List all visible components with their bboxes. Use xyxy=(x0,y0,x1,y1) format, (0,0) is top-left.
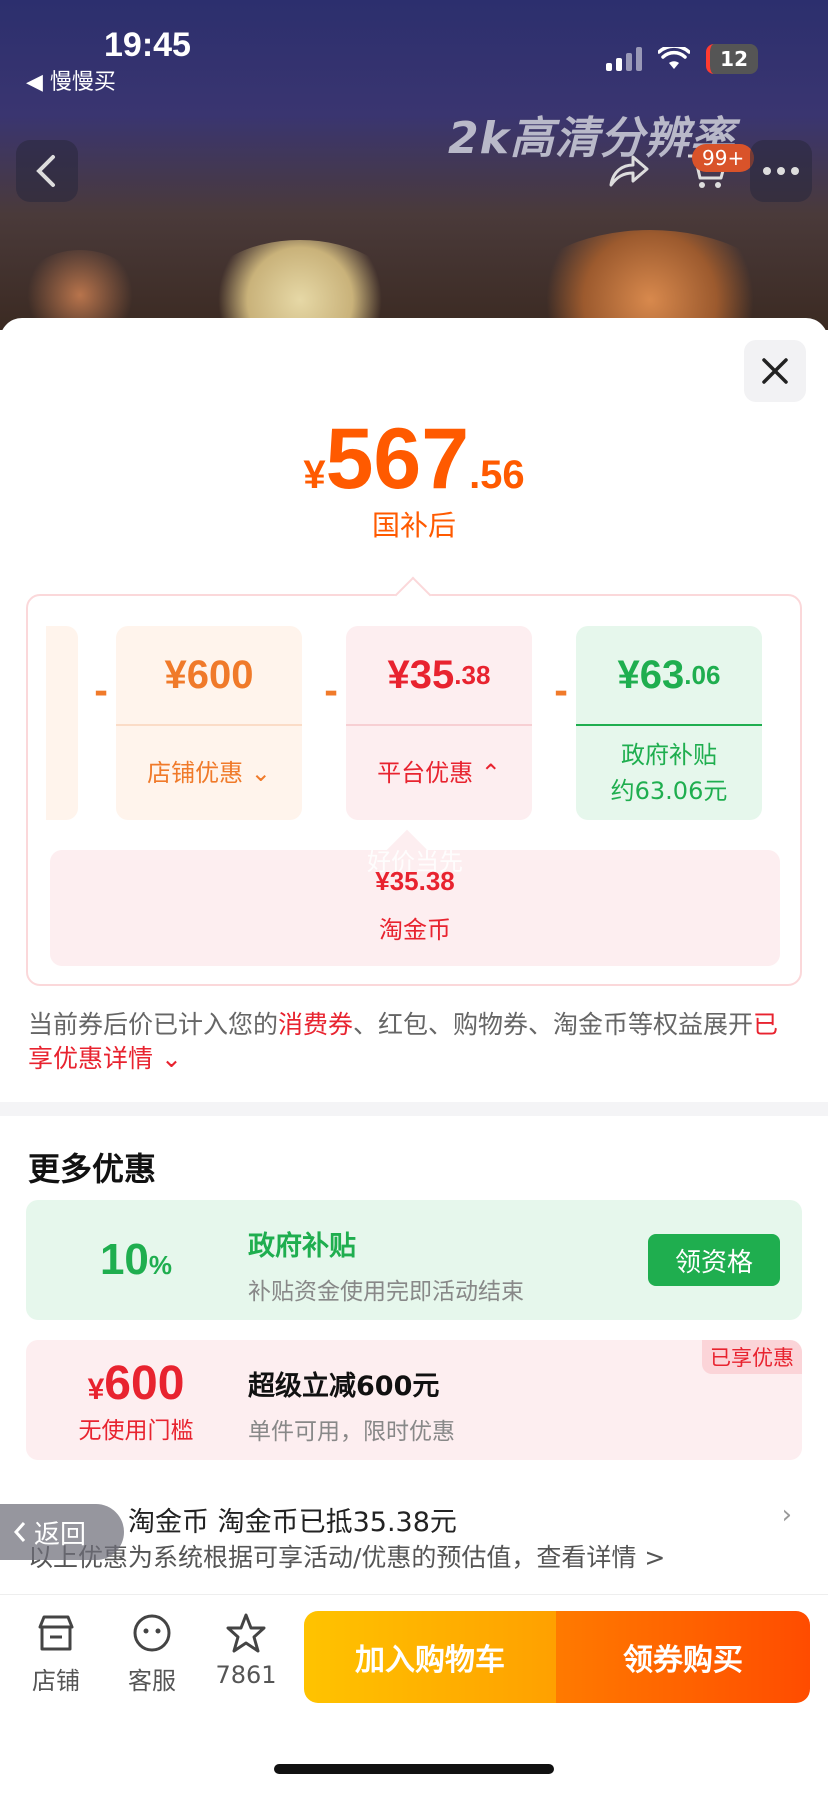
chevron-left-icon xyxy=(13,1522,26,1542)
close-button[interactable] xyxy=(744,340,806,402)
share-icon xyxy=(609,155,649,187)
favorite-button[interactable]: 7861 xyxy=(206,1611,286,1689)
status-time: 19:45 xyxy=(104,26,191,64)
coin-label: 淘金币 xyxy=(379,916,451,944)
close-icon xyxy=(762,358,788,384)
enjoyed-tag: 已享优惠 xyxy=(702,1340,802,1374)
gov-subsidy-card: ¥63.06 政府补贴 约63.06元 xyxy=(576,626,762,820)
home-indicator xyxy=(274,1764,554,1774)
share-button[interactable] xyxy=(598,140,660,202)
more-icon xyxy=(763,167,799,175)
battery-indicator: 12 xyxy=(706,44,758,74)
bottom-action-bar: 店铺 客服 7861 加入购物车 领券购买 xyxy=(0,1594,828,1714)
customer-service-button[interactable]: 客服 xyxy=(112,1611,192,1696)
cta-group: 加入购物车 领券购买 xyxy=(304,1611,810,1703)
status-back-app[interactable]: ◀ 慢慢买 xyxy=(26,64,116,96)
more-button[interactable] xyxy=(750,140,812,202)
chevron-left-icon xyxy=(36,155,55,187)
buy-with-coupon-button[interactable]: 领券购买 xyxy=(556,1611,810,1703)
wifi-icon xyxy=(658,47,691,69)
platform-discount-card[interactable]: ¥35.38 平台优惠 ⌃ xyxy=(346,626,532,820)
partial-card xyxy=(46,626,78,820)
discount-notice: 当前券后价已计入您的消费券、红包、购物券、淘金币等权益展开已享优惠详情 ⌄ xyxy=(28,1010,779,1073)
chevron-down-icon: ⌄ xyxy=(250,759,271,787)
section-divider xyxy=(0,1102,828,1116)
minus-operator: - xyxy=(94,672,109,712)
minus-operator: - xyxy=(324,672,339,712)
claim-qualification-button[interactable]: 领资格 xyxy=(648,1234,780,1286)
instant-discount-offer: ¥600 无使用门槛 超级立减600元 单件可用，限时优惠 已享优惠 xyxy=(26,1340,802,1460)
discount-detail-sheet: ¥567.56 国补后 - ¥600 店铺优惠 ⌄ - ¥35.38 平台优惠 … xyxy=(0,318,828,1796)
cart-count-badge: 99+ xyxy=(692,144,755,172)
final-price: ¥567.56 xyxy=(303,411,525,507)
gov-subsidy-offer: 10% 政府补贴 补贴资金使用完即活动结束 领资格 xyxy=(26,1200,802,1320)
more-offers-title: 更多优惠 xyxy=(28,1150,157,1188)
return-button[interactable]: 返回 xyxy=(0,1504,124,1560)
chevron-right-icon: › xyxy=(781,1500,792,1530)
minus-operator: - xyxy=(554,672,569,712)
estimate-notice[interactable]: 以上优惠为系统根据可享活动/优惠的预估值，查看详情 > xyxy=(28,1538,808,1574)
store-discount-card[interactable]: ¥600 店铺优惠 ⌄ xyxy=(116,626,302,820)
store-button[interactable]: 店铺 xyxy=(16,1611,96,1696)
price-label: 国补后 xyxy=(371,509,456,542)
store-icon xyxy=(38,1615,74,1651)
back-button[interactable] xyxy=(16,140,78,202)
coin-discount-box: 好价当先 ¥35.38 淘金币 xyxy=(50,848,780,966)
customer-service-icon xyxy=(133,1614,171,1652)
star-icon xyxy=(226,1613,266,1653)
coin-amount: ¥35.38 xyxy=(375,866,455,896)
price-breakdown: - ¥600 店铺优惠 ⌄ - ¥35.38 平台优惠 ⌃ - ¥63.06 政… xyxy=(26,594,802,986)
status-icons: 12 xyxy=(606,44,758,74)
signal-icon xyxy=(606,47,643,71)
coin-row[interactable]: 淘金币 淘金币已抵35.38元 xyxy=(128,1500,457,1539)
add-to-cart-button[interactable]: 加入购物车 xyxy=(304,1611,556,1703)
chevron-up-icon: ⌃ xyxy=(480,759,501,787)
